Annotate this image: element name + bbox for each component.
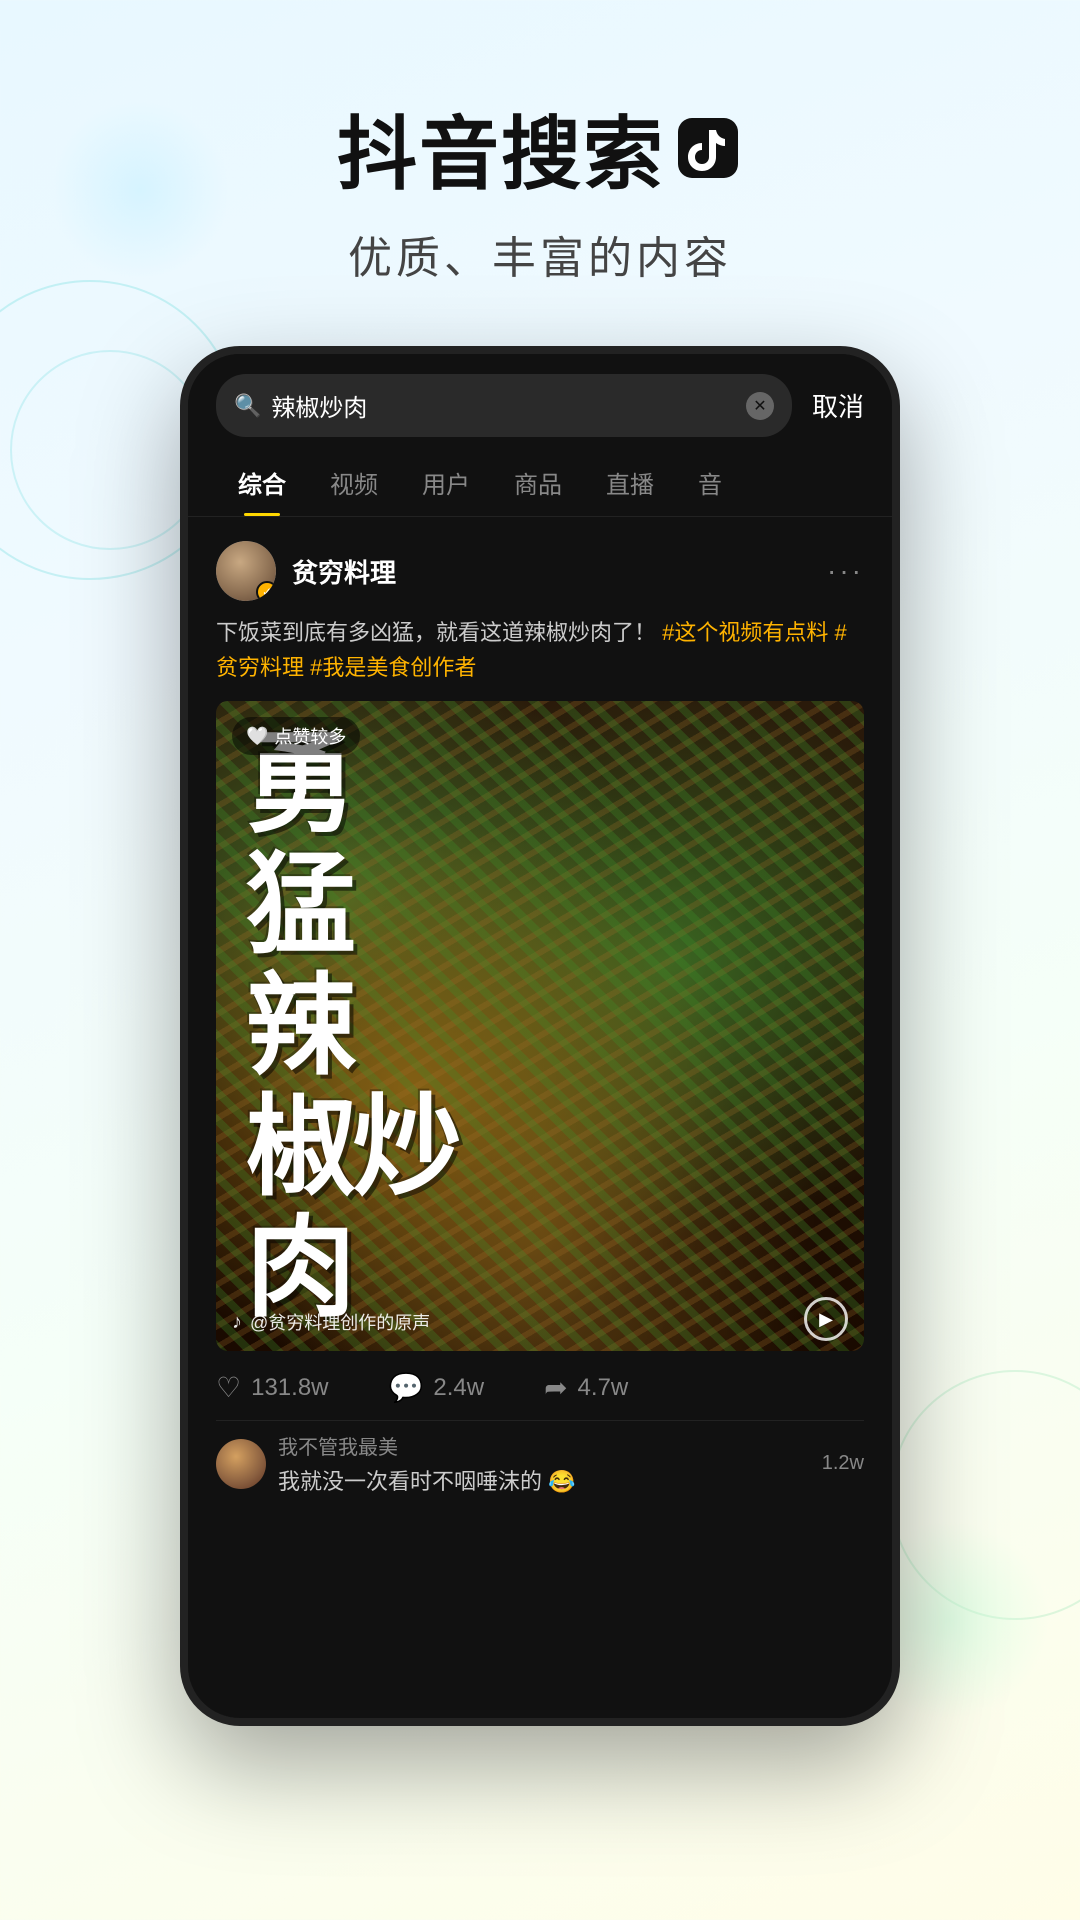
tab-bar: 综合 视频 用户 商品 直播 音 [188, 445, 892, 517]
post-user-row: ✓ 贫穷料理 ··· [216, 541, 864, 601]
video-card[interactable]: 勇猛辣椒炒肉 🤍 点赞较多 ♪ @贫穷料理创作的原声 [216, 701, 864, 1351]
more-options-button[interactable]: ··· [827, 555, 864, 587]
shares-value: 4.7w [578, 1374, 629, 1402]
like-badge-text: 点赞较多 [274, 723, 346, 749]
heart-icon: ♡ [216, 1371, 241, 1404]
sound-label: @贫穷料理创作的原声 [250, 1309, 430, 1335]
video-thumbnail: 勇猛辣椒炒肉 🤍 点赞较多 ♪ @贫穷料理创作的原声 [216, 701, 864, 1351]
tab-商品[interactable]: 商品 [492, 445, 584, 516]
comment-content: 我不管我最美 我就没一次看时不咽唾沫的 😂 [278, 1431, 810, 1496]
header-subtitle: 优质、丰富的内容 [0, 222, 1080, 286]
username[interactable]: 贫穷料理 [292, 553, 396, 590]
phone-container: 🔍 辣椒炒肉 ✕ 取消 综合 视频 用户 商品 [0, 346, 1080, 1726]
like-badge: 🤍 点赞较多 [232, 717, 360, 755]
search-clear-button[interactable]: ✕ [746, 392, 774, 420]
comment-text: 我就没一次看时不咽唾沫的 😂 [278, 1464, 810, 1496]
search-input-wrap[interactable]: 🔍 辣椒炒肉 ✕ [216, 374, 792, 437]
phone-screen: 🔍 辣椒炒肉 ✕ 取消 综合 视频 用户 商品 [188, 354, 892, 1718]
tab-用户[interactable]: 用户 [400, 445, 492, 516]
tiktok-sound-icon: ♪ [232, 1311, 242, 1334]
share-icon: ➦ [544, 1371, 567, 1404]
search-bar-area: 🔍 辣椒炒肉 ✕ 取消 [188, 354, 892, 437]
likes-count[interactable]: ♡ 131.8w [216, 1371, 329, 1404]
tab-综合[interactable]: 综合 [216, 445, 308, 516]
tab-音[interactable]: 音 [676, 445, 744, 516]
phone-mockup: 🔍 辣椒炒肉 ✕ 取消 综合 视频 用户 商品 [180, 346, 900, 1726]
heart-icon: 🤍 [246, 726, 268, 747]
commenter-username[interactable]: 我不管我最美 [278, 1431, 810, 1460]
tab-视频[interactable]: 视频 [308, 445, 400, 516]
header: 抖音搜索 优质、丰富的内容 [0, 0, 1080, 316]
play-icon: ▶ [819, 1309, 833, 1330]
search-query: 辣椒炒肉 [271, 388, 736, 423]
comment-icon: 💬 [389, 1371, 424, 1404]
sound-bar: ♪ @贫穷料理创作的原声 [232, 1309, 814, 1335]
comment-likes: 1.2w [822, 1452, 864, 1475]
tiktok-logo [673, 113, 743, 183]
post-text: 下饭菜到底有多凶猛，就看这道辣椒炒肉了！ #这个视频有点料 #贫穷料理 #我是美… [216, 615, 864, 685]
post-text-normal: 下饭菜到底有多凶猛，就看这道辣椒炒肉了！ [216, 620, 656, 645]
search-results: ✓ 贫穷料理 ··· 下饭菜到底有多凶猛，就看这道辣椒炒肉了！ #这个视频有点料… [188, 517, 892, 1530]
search-icon: 🔍 [234, 393, 261, 419]
likes-value: 131.8w [251, 1374, 328, 1402]
comments-value: 2.4w [433, 1374, 484, 1402]
video-text-overlay: 勇猛辣椒炒肉 [216, 701, 864, 1351]
avatar[interactable]: ✓ [216, 541, 276, 601]
cancel-button[interactable]: 取消 [812, 387, 864, 424]
comment-preview-row: 我不管我最美 我就没一次看时不咽唾沫的 😂 1.2w [216, 1420, 864, 1506]
calligraphy-text: 勇猛辣椒炒肉 [246, 724, 458, 1329]
engagement-row: ♡ 131.8w 💬 2.4w ➦ 4.7w [216, 1351, 864, 1420]
comments-count[interactable]: 💬 2.4w [389, 1371, 485, 1404]
tab-直播[interactable]: 直播 [584, 445, 676, 516]
verify-badge: ✓ [256, 581, 276, 601]
commenter-avatar [216, 1439, 266, 1489]
app-title-text: 抖音搜索 [337, 90, 665, 206]
shares-count[interactable]: ➦ 4.7w [544, 1371, 628, 1404]
app-title-row: 抖音搜索 [0, 90, 1080, 206]
